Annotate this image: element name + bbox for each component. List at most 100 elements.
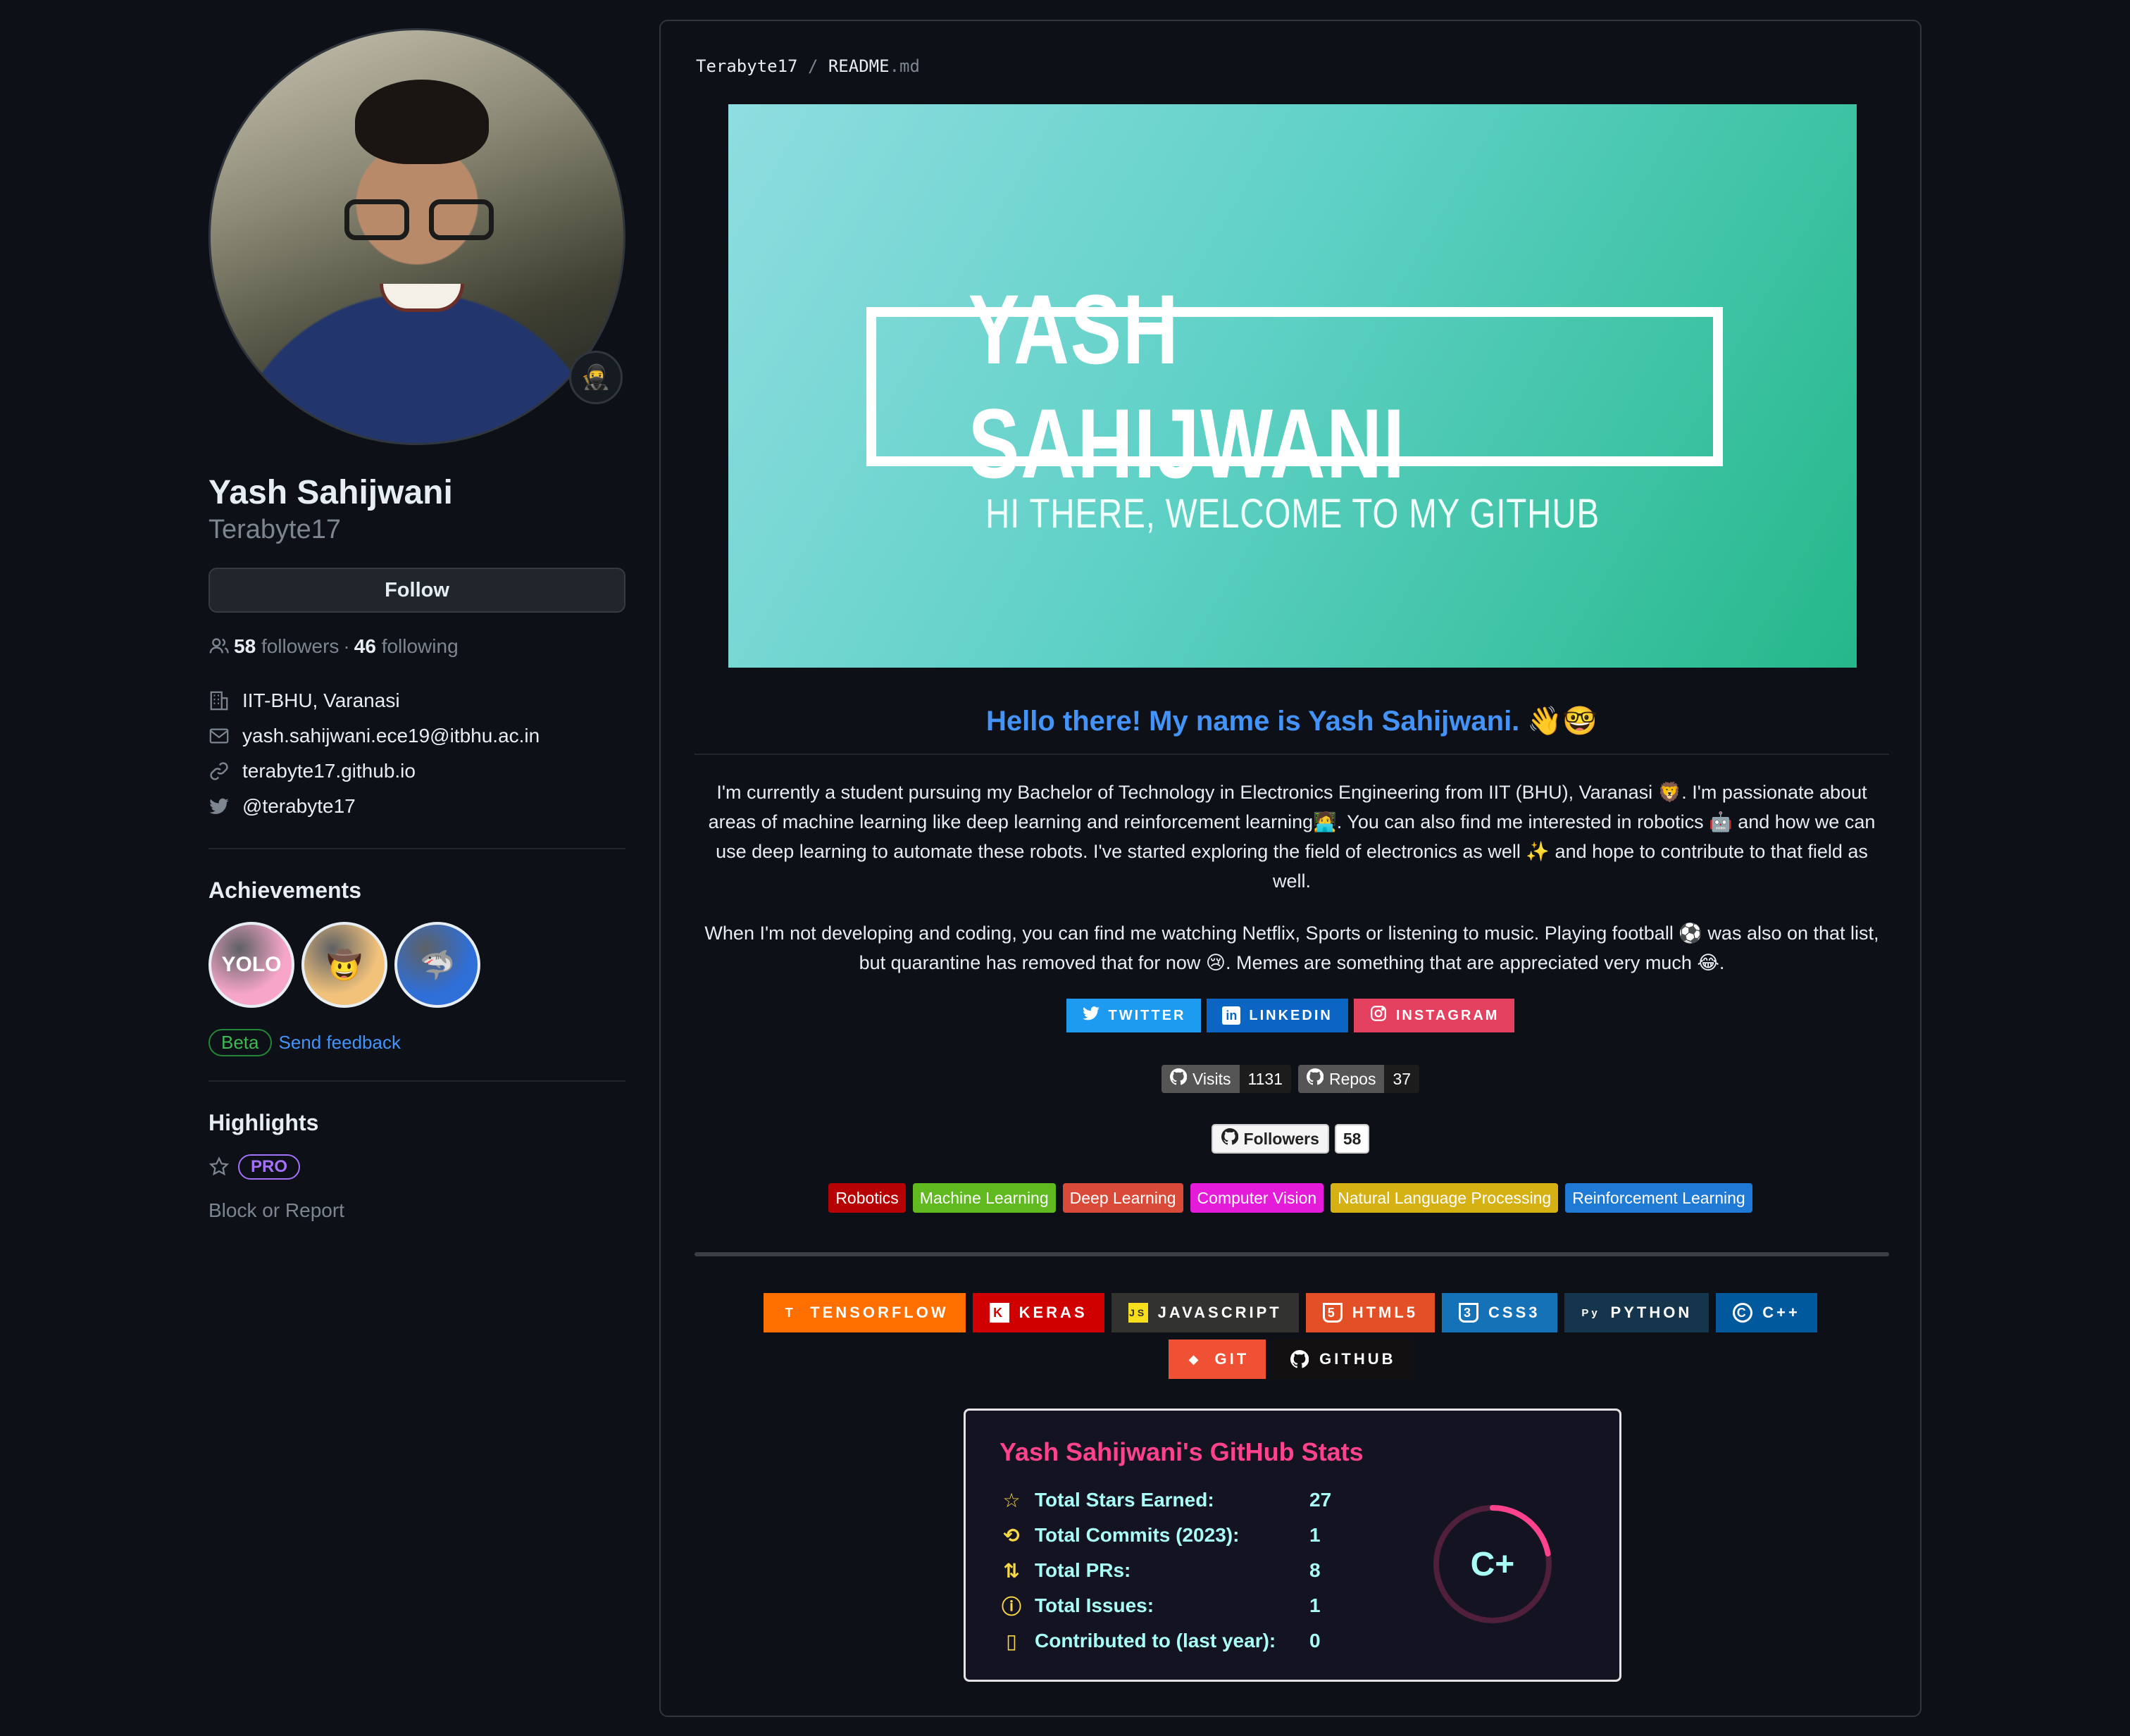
keras-icon: K [989,1303,1009,1323]
followers-badge[interactable]: Followers 58 [661,1124,1920,1154]
stat-row: ▯ Contributed to (last year): 0 [999,1623,1331,1659]
visits-counter[interactable]: Visits 1131 [1161,1065,1291,1093]
section-divider [695,1252,1889,1256]
github-icon [1290,1349,1309,1369]
topic-tag: Robotics [828,1183,906,1213]
avatar-glasses-left [344,199,409,240]
profile-username: Terabyte17 [208,515,342,544]
website-link[interactable]: terabyte17.github.io [242,760,416,782]
followers-link[interactable]: 58 followers [234,635,339,658]
email-item[interactable]: yash.sahijwani.ece19@itbhu.ac.in [208,718,625,754]
html5-badge: 5 HTML5 [1305,1293,1435,1332]
stat-label: Total PRs: [1035,1559,1131,1581]
readme-path-ext: .md [889,56,920,76]
stat-row: ☆ Total Stars Earned: 27 [999,1482,1331,1518]
topic-tag: Natural Language Processing [1331,1183,1559,1213]
keras-badge: K KERAS [972,1293,1104,1332]
topic-tag: Reinforcement Learning [1565,1183,1752,1213]
social-badges: TWITTER in LINKEDIN INSTAGRAM [661,999,1920,1032]
heading-rule [695,754,1889,755]
stat-value: 1 [1309,1594,1321,1616]
following-link[interactable]: 46 following [354,635,459,658]
stat-value: 1 [1309,1524,1321,1546]
pull-request-icon: ⇅ [1003,1559,1020,1582]
tech-label: HTML5 [1352,1304,1419,1321]
readme-path-separator: / [807,56,818,76]
twitter-link[interactable]: @terabyte17 [242,795,356,818]
tech-stack-badges: T TENSORFLOW K KERAS JS JAVASCRIPT 5 HTML5 3… [661,1293,1920,1379]
github-stats-card: Yash Sahijwani's GitHub Stats ☆ Total Sta… [964,1409,1621,1682]
instagram-badge-label: INSTAGRAM [1395,1007,1500,1023]
avatar-container: 🥷 [208,28,625,445]
readme-heading: Hello there! My name is Yash Sahijwani. … [985,706,1598,737]
linkedin-icon: in [1222,1006,1241,1025]
topic-tag: Machine Learning [912,1183,1056,1213]
banner-title: YASH SAHIJWANI [968,274,1406,499]
highlights-row: PRO [208,1154,625,1180]
tech-label: TENSORFLOW [810,1304,949,1321]
status-emoji-icon[interactable]: 🥷 [569,351,623,404]
readme-paragraph-hobbies: When I'm not developing and coding, you … [704,923,1879,973]
python-icon: Py [1581,1306,1600,1319]
email-link[interactable]: yash.sahijwani.ece19@itbhu.ac.in [242,725,540,747]
profile-fullname: Yash Sahijwani [208,474,453,511]
javascript-badge: JS JAVASCRIPT [1111,1293,1299,1332]
linkedin-badge[interactable]: in LINKEDIN [1207,999,1348,1032]
stat-label: Total Commits (2023): [1035,1524,1240,1546]
organization-icon [208,690,230,711]
visits-value: 1131 [1239,1065,1291,1093]
followers-badge-value: 58 [1334,1124,1370,1154]
website-item[interactable]: terabyte17.github.io [208,754,625,789]
organization-text: IIT-BHU, Varanasi [242,689,400,711]
organization-item: IIT-BHU, Varanasi [208,683,625,718]
profile-sidebar: 🥷 Yash Sahijwani Terabyte17 Follow 58 fo… [208,28,625,1222]
beta-label: Beta [208,1029,272,1056]
profile-details: IIT-BHU, Varanasi yash.sahijwani.ece19@i… [208,683,625,824]
avatar-smile [380,284,464,312]
banner-title-box: YASH SAHIJWANI [866,274,1723,499]
star-icon: ☆ [1002,1489,1021,1511]
tech-label: PYTHON [1610,1304,1693,1321]
repo-icon: ▯ [1006,1630,1017,1652]
block-report-link[interactable]: Block or Report [208,1199,625,1222]
separator-dot: · [343,635,350,657]
topic-tag: Computer Vision [1190,1183,1324,1213]
stat-value: 0 [1309,1630,1321,1651]
rank-ring: C+ [1431,1502,1555,1626]
avatar-glasses-right [429,199,494,240]
twitter-item[interactable]: @terabyte17 [208,789,625,824]
twitter-badge[interactable]: TWITTER [1066,999,1202,1032]
repos-label: Repos [1328,1069,1376,1088]
stat-value: 27 [1309,1489,1332,1511]
readme-paragraph-intro: I'm currently a student pursuing my Bach… [708,782,1876,892]
stat-label: Total Stars Earned: [1035,1489,1214,1511]
send-feedback-link[interactable]: Send feedback [279,1032,401,1054]
achievements-list: YOLO 🤠 🦈 [208,922,625,1008]
achievement-pull-shark-badge[interactable]: 🦈 [394,922,480,1008]
twitter-icon [208,796,230,817]
github-counters: Visits 1131 Repos 37 [661,1065,1920,1093]
achievement-starstruck-badge[interactable]: 🤠 [301,922,387,1008]
achievement-yolo-badge[interactable]: YOLO [208,922,294,1008]
tech-label: C++ [1762,1304,1800,1321]
people-icon [208,636,230,657]
stat-value: 8 [1309,1559,1321,1581]
mail-icon [208,725,230,747]
linkedin-badge-label: LINKEDIN [1249,1007,1333,1023]
instagram-icon [1369,1004,1388,1027]
repos-counter[interactable]: Repos 37 [1297,1065,1420,1093]
issue-icon: ⓘ [1001,1596,1021,1618]
avatar[interactable] [208,28,625,445]
instagram-badge[interactable]: INSTAGRAM [1353,999,1515,1032]
tech-label: GIT [1214,1350,1250,1368]
readme-breadcrumb: Terabyte17 / README.md [696,56,920,76]
readme-banner-image: YASH SAHIJWANI HI THERE, WELCOME TO MY G… [728,104,1857,668]
achievements-heading[interactable]: Achievements [208,878,625,904]
readme-path-user[interactable]: Terabyte17 [696,56,798,76]
stats-list: ☆ Total Stars Earned: 27 ⟲ Total Commits (2… [999,1482,1331,1659]
cpp-icon: C [1733,1303,1753,1323]
link-icon [208,761,230,782]
follow-button[interactable]: Follow [208,568,625,613]
tensorflow-badge: T TENSORFLOW [764,1293,966,1332]
stats-title: Yash Sahijwani's GitHub Stats [999,1437,1364,1466]
